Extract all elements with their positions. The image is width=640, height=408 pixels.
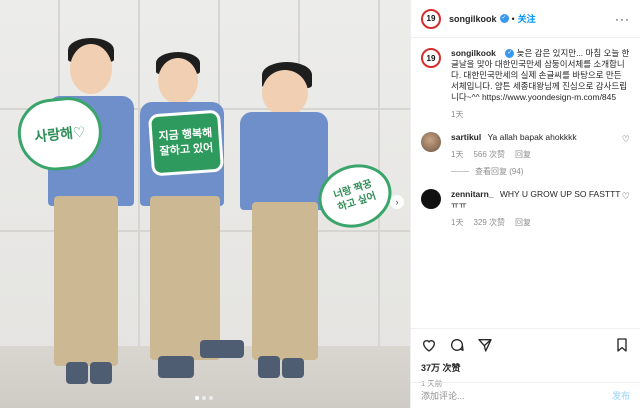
post-photo[interactable]: 사랑해♡ 지금 행복해 잘하고 있어 너랑 짝꿍 하고 싶어 › [0, 0, 410, 408]
comment-time: 1天 [451, 150, 464, 159]
caption-time: 1天 [451, 110, 464, 119]
more-options-icon[interactable]: ··· [615, 12, 630, 26]
avatar-text: 19 [426, 14, 436, 23]
comment-username[interactable]: zennitarn_ [451, 189, 494, 199]
reply-button[interactable]: 回复 [515, 217, 531, 228]
caption-username[interactable]: songilkook [451, 48, 496, 58]
sign-rectangle: 지금 행복해 잘하고 있어 [147, 109, 225, 177]
comment-text: Ya allah bapak ahokkkk [487, 132, 577, 142]
avatar-text: 19 [426, 53, 436, 63]
comment-likes[interactable]: 329 次赞 [473, 217, 505, 228]
like-heart-icon[interactable] [421, 337, 437, 353]
replies-divider [451, 171, 469, 172]
follow-button[interactable]: 关注 [518, 12, 536, 25]
comment-likes[interactable]: 566 次赞 [473, 149, 505, 160]
commenter-avatar[interactable] [421, 132, 441, 152]
like-count[interactable]: 37万 次赞 [421, 361, 630, 374]
add-comment-input[interactable]: 添加评论... [421, 389, 465, 402]
view-replies-button[interactable]: 查看回复 (94) [451, 166, 622, 177]
add-comment-bar: 添加评论... 发布 [411, 382, 640, 408]
chevron-right-icon: › [395, 197, 399, 207]
avatar[interactable]: 19 [421, 8, 441, 29]
post-comment-button[interactable]: 发布 [612, 389, 630, 402]
post-header: 19 songilkook ✓ • 关注 ··· [411, 0, 640, 38]
comment-time: 1天 [451, 218, 464, 227]
view-replies-label: 查看回复 (94) [475, 167, 524, 176]
comment-item: zennitarn_ WHY U GROW UP SO FASTTTㅠㅠ 1天 … [421, 189, 630, 228]
carousel-dot [209, 396, 213, 400]
commenter-avatar[interactable] [421, 189, 441, 209]
comment-icon[interactable] [449, 337, 465, 353]
verified-badge-icon: ✓ [505, 49, 515, 59]
reply-button[interactable]: 回复 [515, 149, 531, 160]
carousel-next-button[interactable]: › [390, 195, 404, 209]
sign-heart-text: 사랑해♡ [33, 123, 87, 145]
post-sidebar: 19 songilkook ✓ • 关注 ··· 19 songilkook ✓… [410, 0, 640, 408]
sign-rect-line2: 잘하고 있어 [159, 142, 214, 158]
comments-list: 19 songilkook ✓ 늦은 감은 있지만... 마침 오늘 한글날을 … [411, 38, 640, 328]
header-username[interactable]: songilkook [449, 14, 497, 24]
header-separator: • [511, 13, 515, 24]
verified-badge-icon: ✓ [499, 14, 509, 23]
bookmark-icon[interactable] [614, 337, 630, 353]
comment-item: sartikul Ya allah bapak ahokkkk 1天 566 次… [421, 132, 630, 177]
share-icon[interactable] [477, 337, 493, 353]
comment-like-heart-icon[interactable]: ♡ [622, 191, 630, 202]
caption: 19 songilkook ✓ 늦은 감은 있지만... 마침 오늘 한글날을 … [421, 48, 630, 120]
comment-like-heart-icon[interactable]: ♡ [622, 134, 630, 145]
carousel-dots [195, 396, 213, 400]
caption-avatar[interactable]: 19 [421, 48, 441, 68]
instagram-post: 사랑해♡ 지금 행복해 잘하고 있어 너랑 짝꿍 하고 싶어 › 19 song [0, 0, 640, 408]
comment-username[interactable]: sartikul [451, 132, 481, 142]
carousel-dot [195, 396, 199, 400]
carousel-dot [202, 396, 206, 400]
